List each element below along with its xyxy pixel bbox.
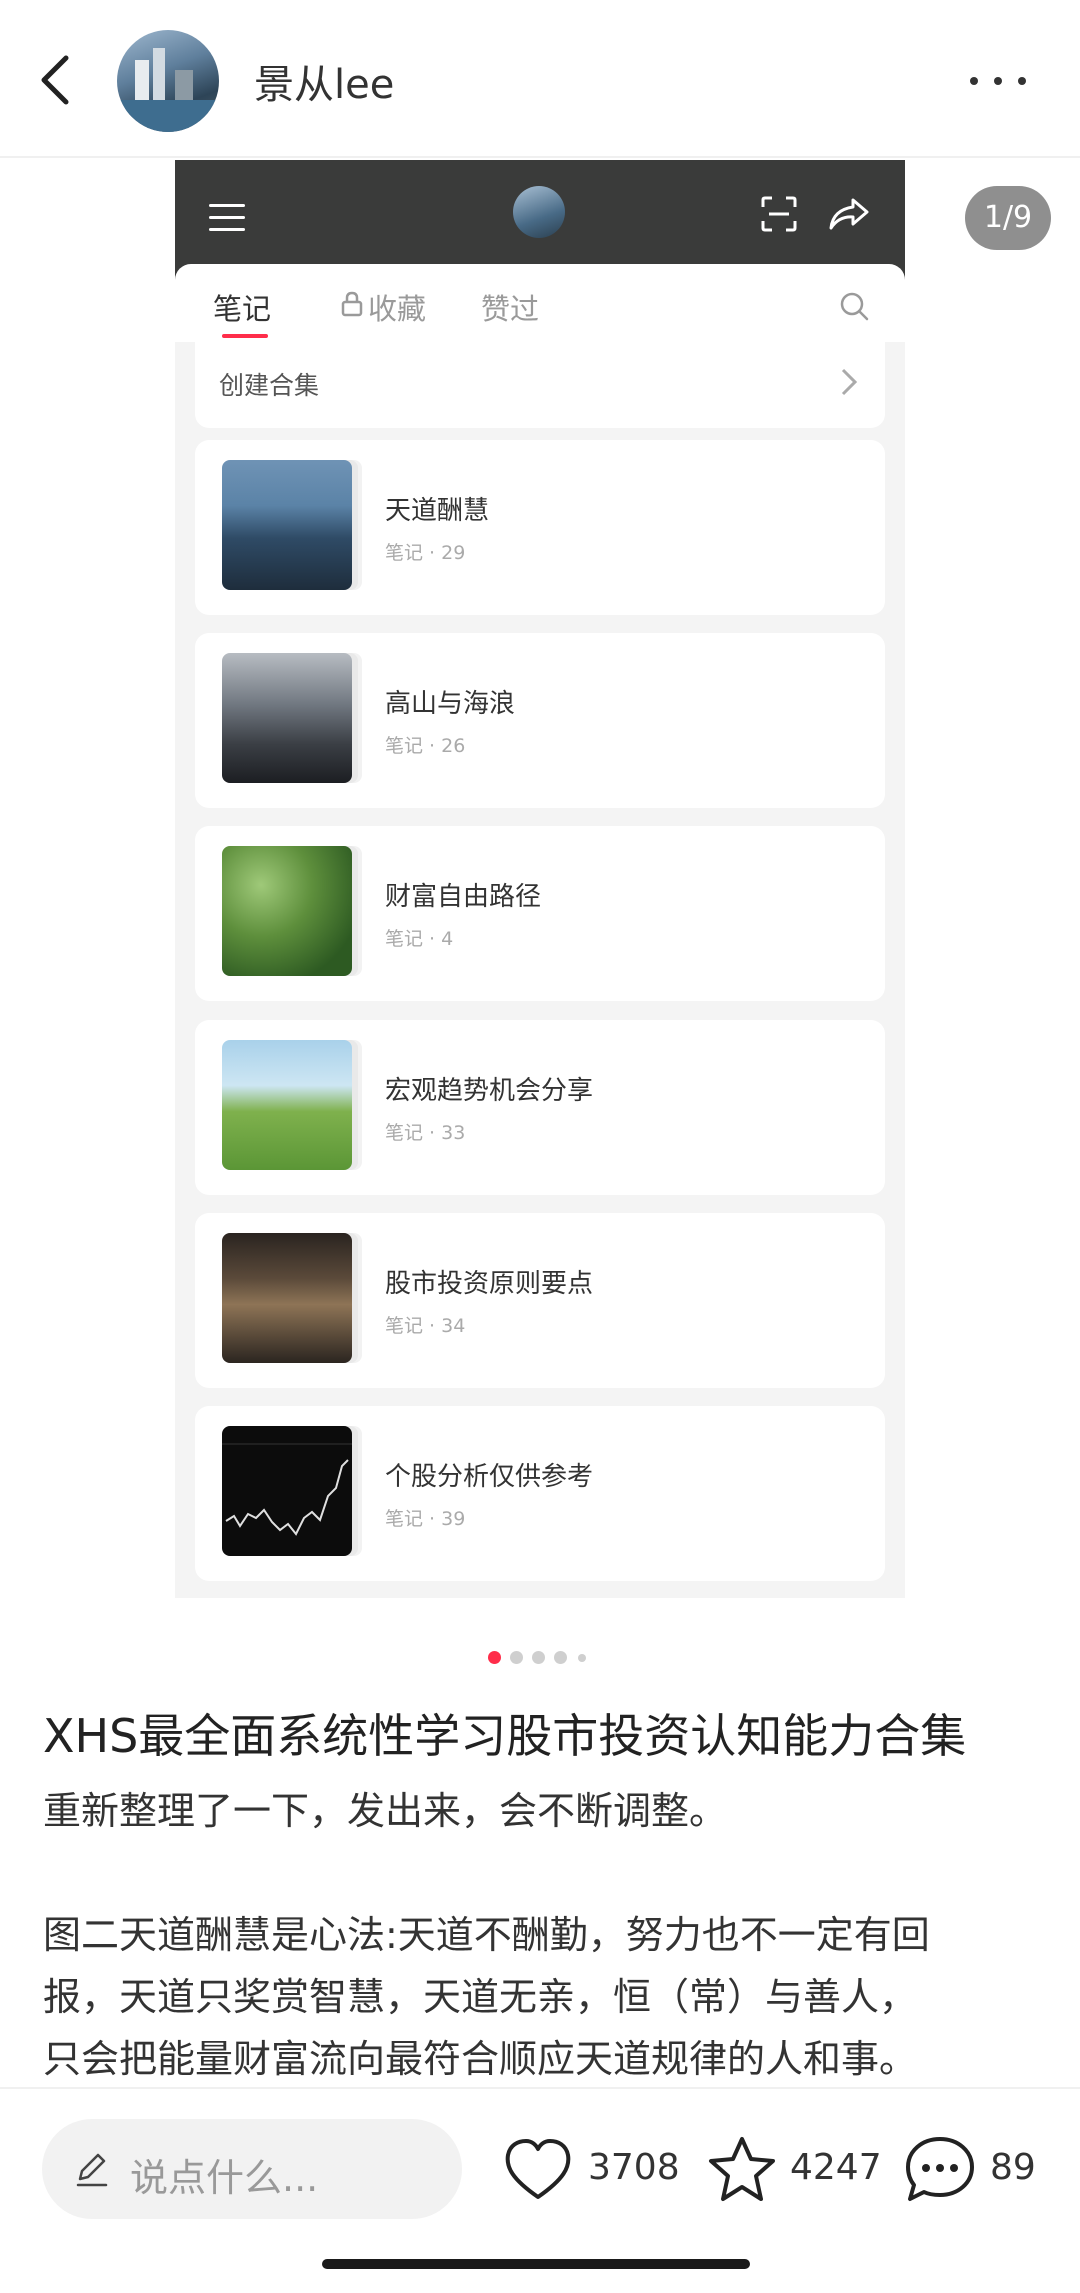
collection-item: 股市投资原则要点 笔记 · 34: [195, 1213, 885, 1388]
comment-bubble-icon: [906, 2137, 974, 2201]
tab-notes: 笔记: [213, 292, 272, 326]
home-indicator[interactable]: [322, 2259, 750, 2269]
more-icon: [970, 77, 978, 85]
create-collection-label: 创建合集: [219, 371, 320, 400]
tab-liked: 赞过: [481, 292, 540, 326]
post-line: 重新整理了一下，发出来，会不断调整。: [43, 1789, 728, 1833]
collection-thumbnail: [222, 1426, 352, 1556]
collection-item: 个股分析仅供参考 笔记 · 39: [195, 1406, 885, 1581]
collection-thumbnail: [222, 653, 352, 783]
author-name[interactable]: 景从lee: [254, 52, 394, 110]
collection-thumbnail: [222, 460, 352, 590]
pencil-icon: [76, 2153, 108, 2187]
collection-count: 笔记 · 26: [385, 735, 466, 757]
share-icon: [829, 198, 869, 230]
scan-icon: [761, 196, 797, 232]
comment-count: 89: [990, 2147, 1036, 2188]
screenshot-tabs: 笔记 收藏 赞过: [175, 264, 905, 342]
lock-icon: [341, 291, 363, 317]
top-bar: 景从lee: [0, 0, 1080, 158]
post-line: 报，天道只奖赏智慧，天道无亲，恒（常）与善人，: [43, 1975, 918, 2019]
collect-button[interactable]: 4247: [706, 2135, 882, 2205]
carousel-dot-active[interactable]: [488, 1651, 501, 1664]
back-button[interactable]: [30, 48, 86, 112]
collection-title: 宏观趋势机会分享: [385, 1076, 594, 1106]
screenshot-avatar: [513, 186, 565, 238]
carousel-dot[interactable]: [578, 1654, 586, 1662]
collection-title: 股市投资原则要点: [385, 1269, 594, 1299]
post-line: 只会把能量财富流向最符合顺应天道规律的人和事。: [43, 2037, 918, 2081]
chevron-left-icon: [41, 55, 69, 105]
collection-title: 天道酬慧: [385, 496, 490, 526]
heart-icon: [505, 2139, 571, 2199]
collection-item: 财富自由路径 笔记 · 4: [195, 826, 885, 1001]
post-body: 重新整理了一下，发出来，会不断调整。 图二天道酬慧是心法:天道不酬勤，努力也不一…: [43, 1780, 1043, 2090]
collection-count: 笔记 · 29: [385, 542, 466, 564]
carousel-dots: [488, 1651, 608, 1665]
collection-thumbnail: [222, 1040, 352, 1170]
carousel-dot[interactable]: [510, 1651, 523, 1664]
collect-count: 4247: [790, 2147, 882, 2188]
comment-input[interactable]: 说点什么...: [42, 2119, 462, 2219]
collection-count: 笔记 · 4: [385, 928, 454, 950]
image-page-indicator: 1/9: [965, 186, 1051, 250]
collection-item: 宏观趋势机会分享 笔记 · 33: [195, 1020, 885, 1195]
comment-button[interactable]: 89: [904, 2135, 1044, 2205]
post-title: XHS最全面系统性学习股市投资认知能力合集: [43, 1709, 967, 1763]
menu-icon: [209, 204, 245, 234]
collection-count: 笔记 · 39: [385, 1508, 466, 1530]
collection-title: 高山与海浪: [385, 689, 516, 719]
stock-chart-thumbnail: [222, 1443, 352, 1536]
search-icon: [840, 292, 869, 321]
post-image[interactable]: 笔记 收藏 赞过 创建合集 天道酬慧 笔记 · 29 高山与海浪 笔记 · 26…: [175, 160, 905, 1598]
comment-placeholder: 说点什么...: [130, 2156, 319, 2200]
more-button[interactable]: [968, 60, 1028, 100]
author-avatar[interactable]: [117, 30, 219, 132]
carousel-dot[interactable]: [532, 1651, 545, 1664]
like-button[interactable]: 3708: [502, 2135, 680, 2205]
chevron-right-icon: [841, 368, 858, 396]
like-count: 3708: [588, 2147, 680, 2188]
collection-title: 个股分析仅供参考: [385, 1462, 594, 1492]
collection-thumbnail: [222, 846, 352, 976]
collection-count: 笔记 · 33: [385, 1122, 466, 1144]
collection-thumbnail: [222, 1233, 352, 1363]
carousel-dot[interactable]: [554, 1651, 567, 1664]
collection-item: 天道酬慧 笔记 · 29: [195, 440, 885, 615]
collection-title: 财富自由路径: [385, 882, 542, 912]
create-collection-row: 创建合集: [195, 342, 885, 428]
tab-collections: 收藏: [368, 292, 427, 326]
collection-item: 高山与海浪 笔记 · 26: [195, 633, 885, 808]
collection-count: 笔记 · 34: [385, 1315, 466, 1337]
star-icon: [709, 2137, 775, 2201]
screenshot-top-bar: [175, 160, 905, 280]
post-line: 图二天道酬慧是心法:天道不酬勤，努力也不一定有回: [43, 1913, 930, 1957]
active-tab-underline: [222, 334, 268, 338]
